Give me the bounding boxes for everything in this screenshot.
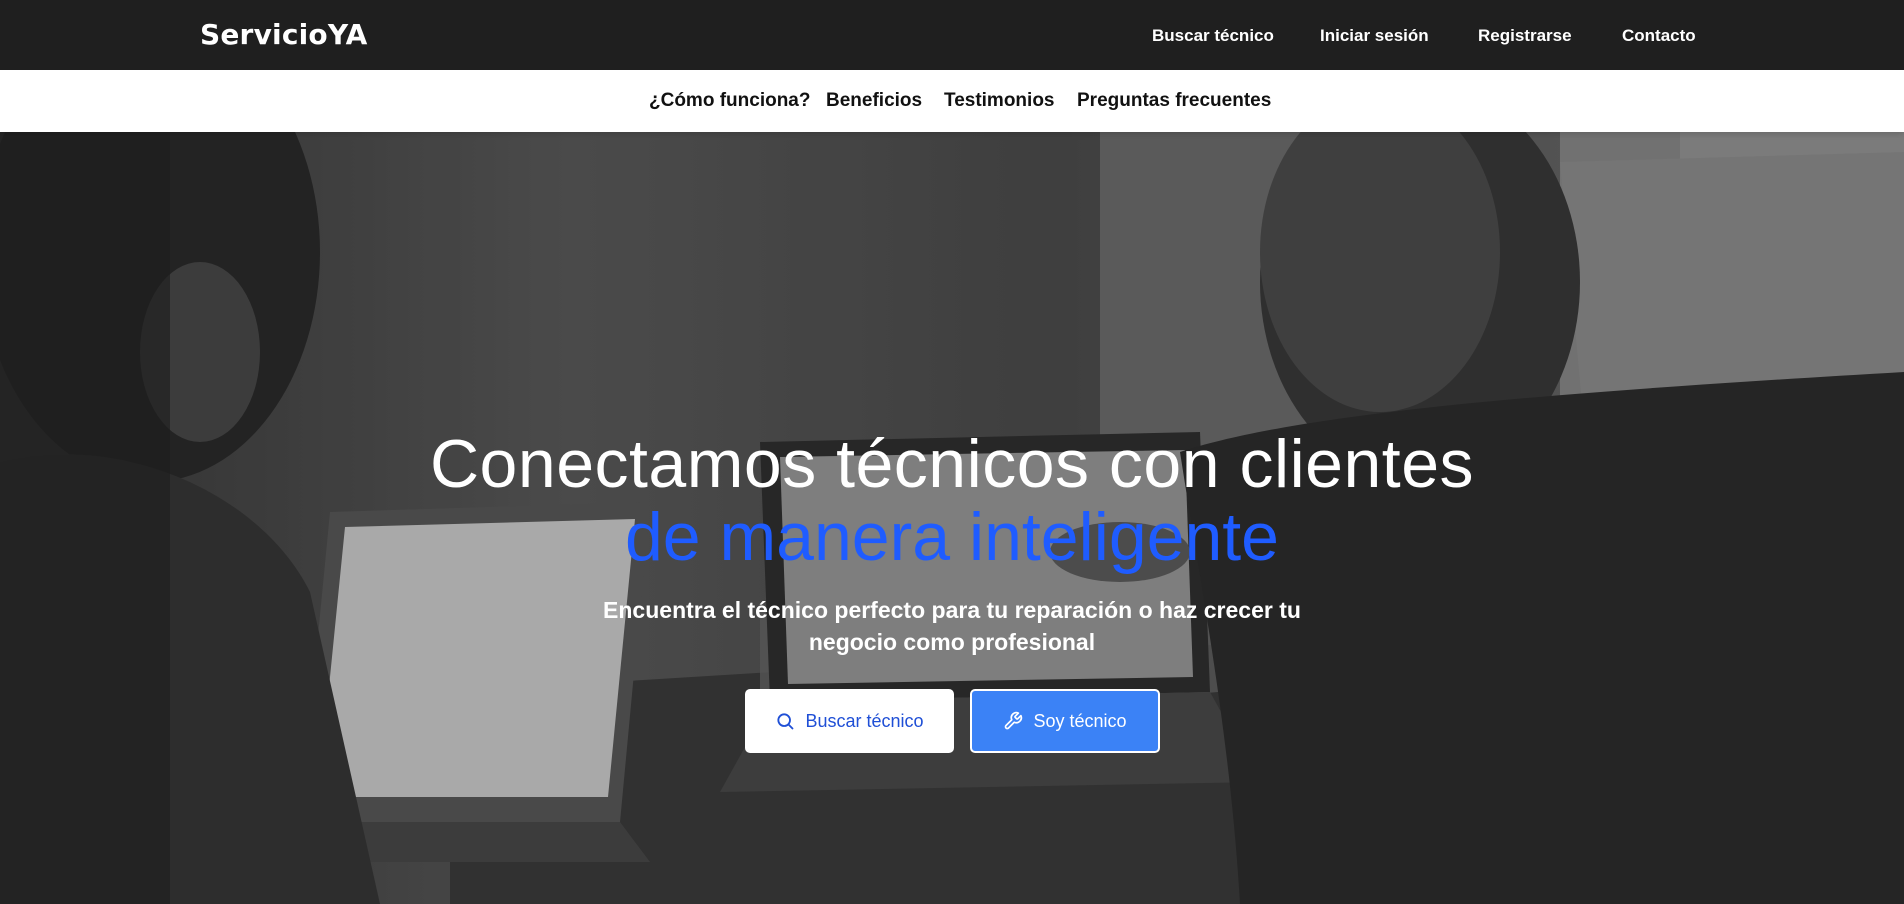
soy-tecnico-button-label: Soy técnico [1033,710,1127,731]
top-navbar: ServicioYA Buscar técnico Iniciar sesión… [0,0,1904,70]
nav-link-iniciar-sesion[interactable]: Iniciar sesión [1320,26,1429,46]
section-link-testimonios[interactable]: Testimonios [944,90,1055,112]
section-link-preguntas-frecuentes[interactable]: Preguntas frecuentes [1077,90,1271,112]
hero-subtitle: Encuentra el técnico perfecto para tu re… [603,597,1301,655]
section-link-beneficios[interactable]: Beneficios [826,90,922,112]
wrench-icon [1003,711,1023,731]
section-link-como-funciona[interactable]: ¿Cómo funciona? [649,90,810,112]
buscar-tecnico-button[interactable]: Buscar técnico [745,689,954,753]
soy-tecnico-button[interactable]: Soy técnico [970,689,1160,753]
nav-link-buscar-tecnico[interactable]: Buscar técnico [1152,26,1274,46]
section-nav: ¿Cómo funciona? Beneficios Testimonios P… [0,70,1904,132]
search-icon [775,711,795,731]
hero-headline: Conectamos técnicos con clientes [429,426,1475,502]
hero-section: Conectamos técnicos con clientes de mane… [0,132,1904,904]
nav-link-contacto[interactable]: Contacto [1622,26,1696,46]
buscar-tecnico-button-label: Buscar técnico [805,710,924,731]
hero-headline-accent: de manera inteligente [624,499,1279,575]
brand-logo[interactable]: ServicioYA [200,18,368,51]
nav-link-registrarse[interactable]: Registrarse [1478,26,1572,46]
